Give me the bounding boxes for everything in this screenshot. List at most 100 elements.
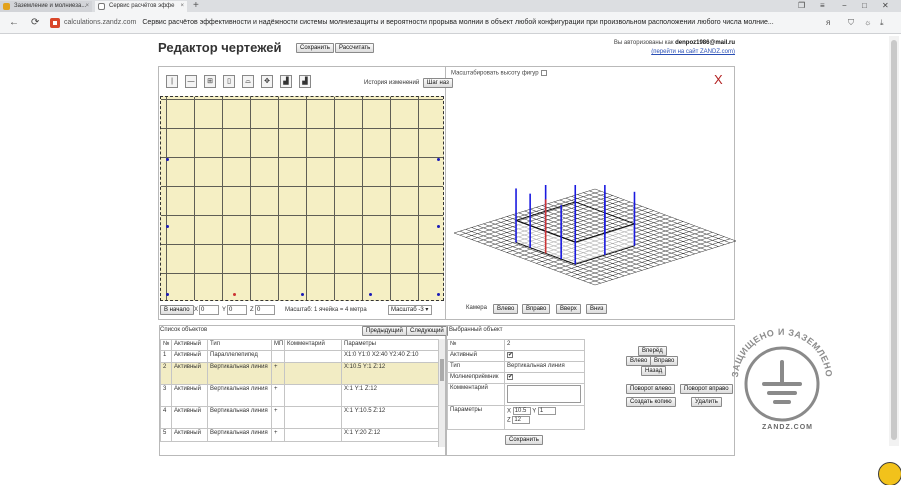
z-coord-field[interactable]: 0 [255, 305, 275, 315]
object-table: № Активный Тип МП Комментарий Параметры … [160, 339, 439, 442]
comment-textarea[interactable] [507, 385, 581, 403]
y-coord-field[interactable]: 0 [227, 305, 247, 315]
minimize-icon[interactable]: − [842, 0, 847, 12]
camera-up-button[interactable]: Вверх [556, 304, 581, 314]
object-list-scrollbar[interactable] [438, 339, 445, 447]
prop-label: Тип [447, 361, 505, 373]
camera-left-button[interactable]: Влево [493, 304, 519, 314]
table-header-row: № Активный Тип МП Комментарий Параметры [160, 339, 439, 351]
cell-number: 2 [160, 362, 172, 385]
bolt-icon [3, 3, 10, 10]
canvas-point-selected[interactable] [233, 293, 236, 296]
scale-select[interactable]: Масштаб -3 ▾ [388, 305, 432, 315]
menu-icon[interactable]: ≡ [820, 0, 825, 12]
canvas-point[interactable] [166, 293, 169, 296]
cell-mp: + [271, 384, 285, 407]
table-row-selected[interactable]: 2 Активный Вертикальная линия + X:10.5 Y… [160, 362, 439, 385]
vertical-line-tool-icon[interactable]: | [166, 75, 178, 88]
browser-tab-2[interactable]: Сервис расчётов эффе × [95, 1, 187, 12]
roof-alt-tool-icon[interactable]: ▟ [299, 75, 311, 88]
lightning-rod-checkbox[interactable]: ✔ [507, 374, 513, 380]
arc-tool-icon[interactable]: ⌓ [242, 75, 254, 88]
scale-height-checkbox[interactable] [540, 70, 547, 76]
prop-value: ✔ [504, 372, 585, 384]
table-row[interactable]: 1 Активный Параллелепипед X1:0 Y1:0 X2:4… [160, 350, 439, 363]
canvas-point[interactable] [369, 293, 372, 296]
create-copy-button[interactable]: Создать копию [626, 397, 676, 407]
rect-tool-icon[interactable]: ▯ [223, 75, 235, 88]
coordinates-bar: В начало X 0 Y 0 Z 0 Масштаб: 1 ячейка =… [160, 304, 445, 316]
new-tab-button[interactable]: + [193, 0, 199, 12]
drawing-canvas[interactable] [160, 96, 444, 301]
undo-button[interactable]: Шаг наз [422, 78, 453, 88]
prop-row: Комментарий [447, 383, 585, 406]
scrollbar-thumb[interactable] [891, 40, 897, 440]
close-icon[interactable]: X [714, 72, 723, 87]
canvas-point[interactable] [166, 225, 169, 228]
canvas-point[interactable] [166, 158, 169, 161]
camera-down-button[interactable]: Вниз [586, 304, 608, 314]
scale-height-toggle[interactable]: Масштабировать высоту фигур [451, 70, 547, 77]
save-button[interactable]: Сохранить [296, 43, 334, 53]
col-header: № [160, 339, 172, 351]
next-button[interactable]: Следующий [406, 326, 448, 336]
page-scrollbar[interactable] [889, 36, 899, 446]
cell-mp: + [271, 406, 285, 429]
back-icon[interactable]: ← [9, 16, 19, 30]
canvas-point[interactable] [301, 293, 304, 296]
move-forward-button[interactable]: Вперёд [638, 346, 667, 356]
param-y-input[interactable]: 1 [537, 407, 556, 415]
shield-icon[interactable]: ⛉ [848, 17, 854, 29]
auth-text: Вы авторизованы как [613, 40, 674, 46]
table-row[interactable]: 4 Активный Вертикальная линия + X:1 Y:10… [160, 406, 439, 429]
extension-icon[interactable]: ☼ [864, 17, 871, 29]
history-label: История изменений [364, 80, 420, 86]
corner-badge-icon [878, 462, 901, 485]
rotate-left-button[interactable]: Поворот влево [626, 384, 676, 394]
canvas-point[interactable] [437, 158, 440, 161]
table-row[interactable]: 3 Активный Вертикальная линия + X:1 Y:1 … [160, 384, 439, 407]
move-left-button[interactable]: Влево [626, 356, 652, 366]
selected-object-header: Выбранный объект [449, 327, 503, 333]
window-close-icon[interactable]: ✕ [882, 0, 889, 12]
param-z-label: Z [507, 417, 511, 424]
url-field[interactable]: calculations.zandz.com Сервис расчётов эф… [64, 17, 774, 29]
move-right-button[interactable]: Вправо [650, 356, 679, 366]
active-checkbox[interactable]: ✔ [507, 352, 513, 358]
prop-label: Молниеприёмник [447, 372, 505, 384]
home-button[interactable]: В начало [160, 305, 194, 315]
x-coord-field[interactable]: 0 [199, 305, 219, 315]
bookmark-icon[interactable]: ❐ [798, 0, 805, 12]
close-icon[interactable]: × [85, 1, 89, 12]
cell-number: 5 [160, 428, 172, 442]
param-x-input[interactable]: 10.5 [512, 407, 531, 415]
browser-tab-1[interactable]: Заземление и молниеза... × [0, 1, 92, 12]
prop-row: № 2 [447, 339, 585, 351]
prop-row: Параметры X 10.5 Y 1 Z 12 [447, 405, 585, 430]
scrollbar-thumb[interactable] [440, 359, 444, 381]
download-icon[interactable]: ⤓ [880, 17, 884, 29]
save-object-button[interactable]: Сохранить [505, 435, 543, 445]
horizontal-line-tool-icon[interactable]: — [185, 75, 197, 88]
calculate-button[interactable]: Рассчитать [335, 43, 375, 53]
previous-button[interactable]: Предыдущий [362, 326, 407, 336]
prop-label: Активный [447, 350, 505, 362]
move-back-button[interactable]: Назад [641, 366, 667, 376]
close-icon[interactable]: × [180, 1, 184, 12]
move-tool-icon[interactable]: ✥ [261, 75, 273, 88]
canvas-point[interactable] [437, 293, 440, 296]
isometric-3d-view[interactable] [450, 185, 740, 290]
param-z-input[interactable]: 12 [512, 415, 531, 424]
table-row[interactable]: 5 Активный Вертикальная линия + X:1 Y:20… [160, 428, 439, 442]
delete-button[interactable]: Удалить [691, 397, 722, 407]
site-link[interactable]: (перейти на сайт ZANDZ.com) [651, 49, 735, 55]
reader-icon[interactable]: я [826, 17, 830, 29]
canvas-point[interactable] [437, 225, 440, 228]
reload-icon[interactable]: ⟳ [31, 16, 39, 30]
maximize-icon[interactable]: □ [862, 0, 867, 12]
camera-right-button[interactable]: Вправо [522, 304, 551, 314]
box-tool-icon[interactable]: ⊞ [204, 75, 216, 88]
cell-params: X1:0 Y1:0 X2:40 Y2:40 Z:10 [341, 350, 439, 363]
cell-comment [284, 384, 342, 407]
roof-tool-icon[interactable]: ▟ [280, 75, 292, 88]
